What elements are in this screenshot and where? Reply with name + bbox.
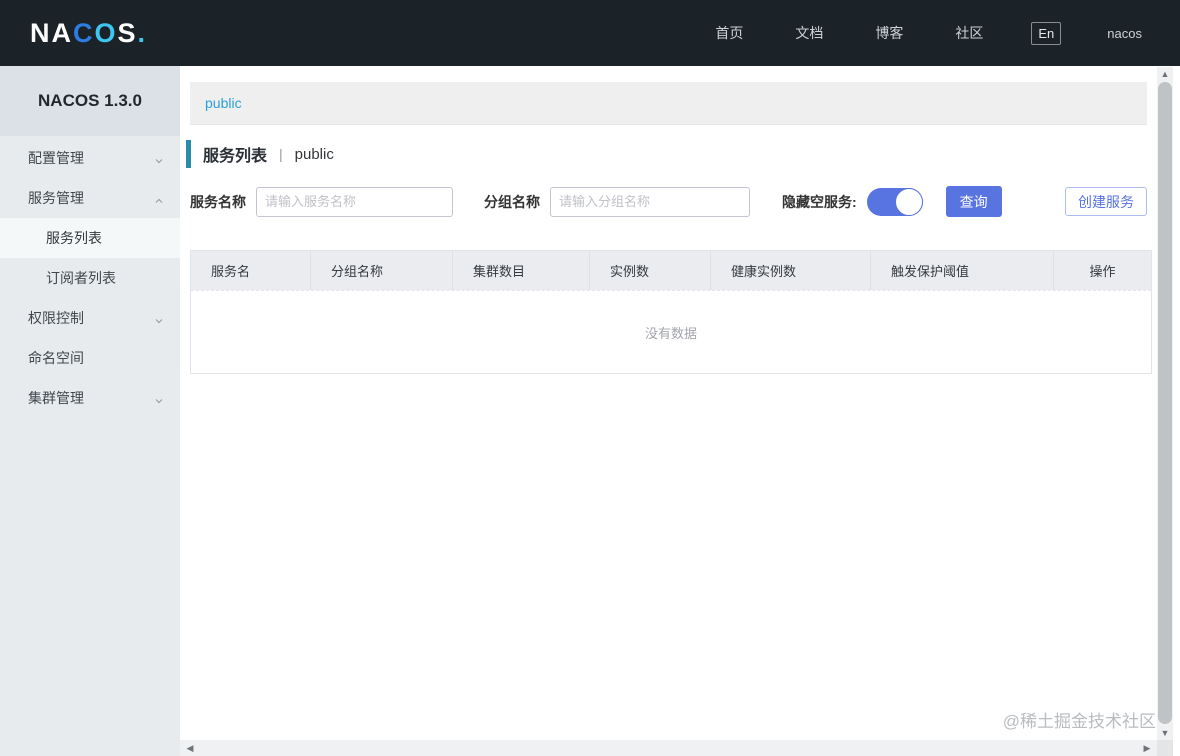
- sidebar-item-service-management[interactable]: 服务管理: [0, 178, 180, 218]
- sidebar-item-label: 服务列表: [46, 230, 102, 246]
- chevron-down-icon: [154, 393, 164, 404]
- main-content: public 服务列表 | public 服务名称 分组名称 隐藏空服务: 查询…: [180, 66, 1157, 740]
- horizontal-scrollbar[interactable]: ◀ ▶: [180, 740, 1157, 756]
- sidebar-item-label: 权限控制: [28, 310, 84, 326]
- sidebar-item-namespace[interactable]: 命名空间: [0, 338, 180, 378]
- sidebar-item-label: 命名空间: [28, 350, 84, 366]
- page-title: 服务列表: [203, 148, 268, 165]
- column-header-instance-count: 实例数: [590, 251, 711, 290]
- title-namespace: public: [294, 145, 334, 163]
- nav-community-link[interactable]: 社区: [955, 23, 983, 43]
- top-navigation: 首页 文档 博客 社区 En nacos: [663, 21, 1142, 45]
- nav-docs-link[interactable]: 文档: [795, 23, 823, 43]
- column-header-cluster-count: 集群数目: [453, 251, 590, 290]
- scroll-up-arrow-icon[interactable]: ▲: [1157, 67, 1173, 81]
- vertical-scrollbar-thumb[interactable]: [1158, 82, 1172, 724]
- logo-text: O: [94, 17, 118, 48]
- namespace-public-link[interactable]: public: [205, 95, 242, 111]
- service-filter-toolbar: 服务名称 分组名称 隐藏空服务: 查询 创建服务: [190, 186, 1147, 217]
- sidebar-item-config-management[interactable]: 配置管理: [0, 138, 180, 178]
- table-empty-state: 没有数据: [191, 290, 1151, 374]
- scroll-right-arrow-icon[interactable]: ▶: [1139, 741, 1155, 755]
- sidebar-version-title: NACOS 1.3.0: [0, 66, 180, 136]
- sidebar-menu: 配置管理 服务管理 服务列表 订阅者列表 权限控制 命名空间 集群管理: [0, 136, 180, 418]
- vertical-scrollbar[interactable]: ▲ ▼: [1157, 67, 1173, 740]
- column-header-service-name: 服务名: [191, 251, 311, 290]
- chevron-up-icon: [154, 193, 164, 203]
- hide-empty-service-label: 隐藏空服务:: [782, 193, 857, 210]
- sidebar: NACOS 1.3.0 配置管理 服务管理 服务列表 订阅者列表 权限控制 命名…: [0, 66, 180, 756]
- chevron-down-icon: [154, 313, 164, 324]
- table-header-row: 服务名 分组名称 集群数目 实例数 健康实例数 触发保护阈值 操作: [191, 251, 1151, 290]
- title-separator: |: [279, 146, 283, 162]
- column-header-protect-threshold: 触发保护阈值: [871, 251, 1054, 290]
- top-header-bar: NA C O S. 首页 文档 博客 社区 En nacos: [0, 0, 1180, 66]
- watermark-text: @稀土掘金技术社区: [1002, 712, 1156, 731]
- nav-home-link[interactable]: 首页: [715, 23, 743, 43]
- logo-text: NA: [30, 17, 73, 48]
- sidebar-item-subscriber-list[interactable]: 订阅者列表: [0, 258, 180, 298]
- sidebar-item-label: 订阅者列表: [46, 270, 116, 286]
- logo-text: .: [137, 17, 148, 48]
- namespace-bar: public: [190, 82, 1147, 125]
- scrollbar-corner: [1157, 740, 1173, 756]
- sidebar-item-service-list[interactable]: 服务列表: [0, 218, 180, 258]
- scroll-left-arrow-icon[interactable]: ◀: [182, 741, 198, 755]
- nacos-logo[interactable]: NA C O S.: [30, 18, 147, 49]
- nacos-console: NA C O S. 首页 文档 博客 社区 En nacos NACOS 1.3.0 …: [0, 0, 1180, 756]
- hide-empty-service-toggle[interactable]: [866, 187, 923, 216]
- current-user[interactable]: nacos: [1107, 26, 1142, 41]
- sidebar-item-permission-control[interactable]: 权限控制: [0, 298, 180, 338]
- sidebar-item-cluster-management[interactable]: 集群管理: [0, 378, 180, 418]
- search-button[interactable]: 查询: [945, 186, 1002, 217]
- logo-text: C: [73, 17, 95, 48]
- service-name-label: 服务名称: [190, 193, 246, 210]
- sidebar-item-label: 服务管理: [28, 190, 84, 206]
- sidebar-item-label: 配置管理: [28, 150, 84, 166]
- nav-blog-link[interactable]: 博客: [875, 23, 903, 43]
- chevron-down-icon: [154, 153, 164, 164]
- title-accent-bar: [186, 140, 191, 168]
- sidebar-item-label: 集群管理: [28, 390, 84, 406]
- toggle-knob: [894, 187, 923, 216]
- language-toggle-button[interactable]: En: [1031, 21, 1062, 45]
- scroll-down-arrow-icon[interactable]: ▼: [1157, 726, 1173, 740]
- column-header-healthy-instance-count: 健康实例数: [711, 251, 871, 290]
- create-service-button[interactable]: 创建服务: [1065, 187, 1147, 216]
- logo-text: S: [117, 17, 138, 48]
- page-title-row: 服务列表 | public: [186, 139, 1147, 169]
- service-table: 服务名 分组名称 集群数目 实例数 健康实例数 触发保护阈值 操作 没有数据: [190, 250, 1152, 374]
- group-name-input[interactable]: [550, 186, 750, 217]
- group-name-label: 分组名称: [484, 193, 540, 210]
- service-name-input[interactable]: [256, 186, 453, 217]
- column-header-group-name: 分组名称: [311, 251, 453, 290]
- column-header-operation: 操作: [1089, 264, 1116, 279]
